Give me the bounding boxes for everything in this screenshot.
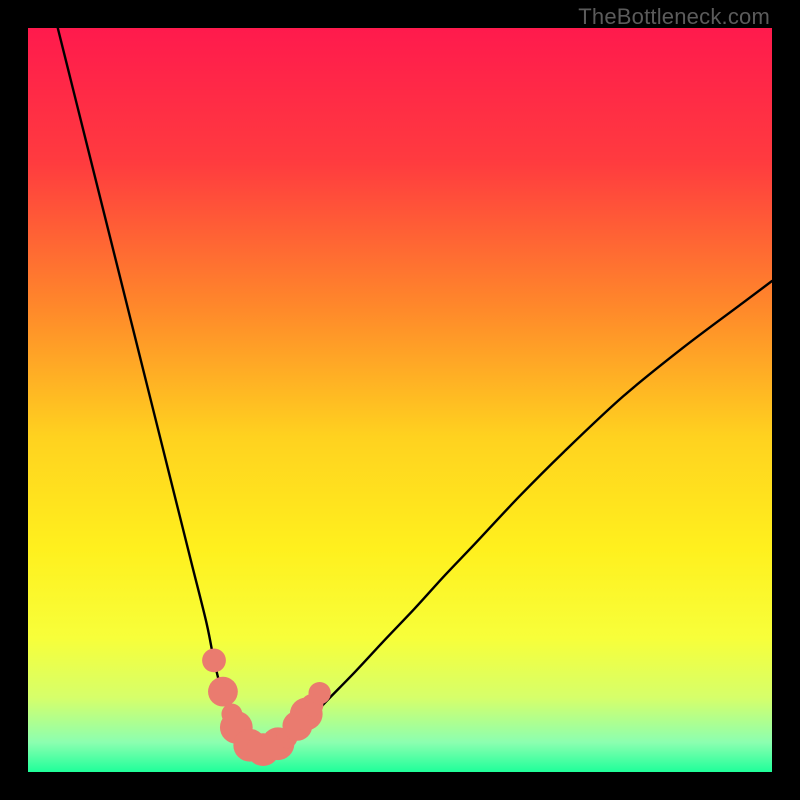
chart-frame bbox=[28, 28, 772, 772]
bottleneck-curve bbox=[58, 28, 772, 750]
highlight-dots bbox=[202, 649, 331, 767]
plot-area bbox=[28, 28, 772, 772]
highlight-dot bbox=[308, 682, 330, 704]
highlight-dot bbox=[202, 649, 226, 673]
curve-layer bbox=[28, 28, 772, 772]
highlight-dot bbox=[208, 677, 238, 707]
watermark-text: TheBottleneck.com bbox=[578, 4, 770, 30]
